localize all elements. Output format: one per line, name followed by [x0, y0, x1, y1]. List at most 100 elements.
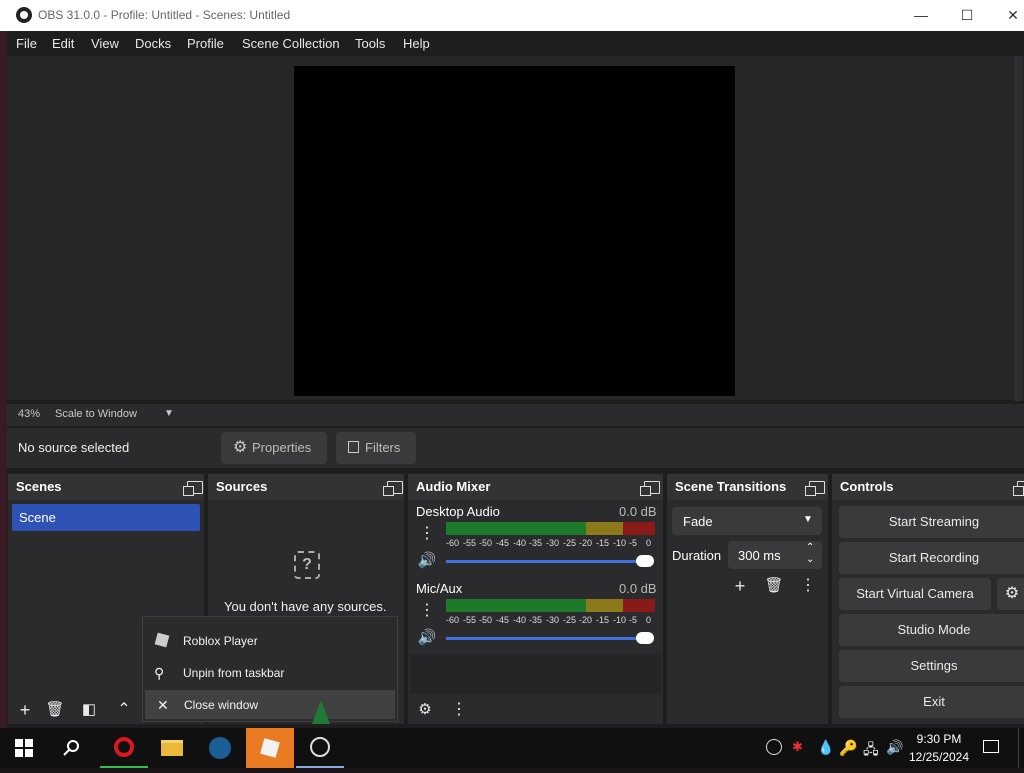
remove-transition-icon[interactable]: 🗑 — [761, 573, 787, 599]
ctx-close-window[interactable]: ✕ Close window — [145, 690, 395, 719]
remove-scene-icon[interactable]: 🗑 — [42, 697, 68, 723]
meter-red — [623, 599, 655, 612]
dock-undock-icon[interactable] — [805, 481, 825, 496]
key-tray-icon[interactable]: 🔑 — [839, 739, 858, 757]
dock-undock-icon[interactable] — [383, 481, 403, 496]
chevron-down-icon[interactable]: ▼ — [164, 408, 174, 419]
start-icon[interactable] — [0, 728, 48, 768]
meter-yellow — [586, 522, 623, 535]
start-virtual-camera-button[interactable]: Start Virtual Camera — [839, 578, 991, 610]
meter-red — [623, 522, 655, 535]
dock-undock-icon[interactable] — [183, 481, 203, 496]
sources-empty-text: You don't have any sources. — [224, 599, 387, 614]
scene-list-item[interactable]: Scene — [12, 504, 200, 531]
meter-yellow — [586, 599, 623, 612]
meter-scale-label: -35 — [529, 615, 543, 625]
add-scene-icon[interactable]: + — [12, 697, 38, 723]
clock-time[interactable]: 9:30 PM — [906, 732, 972, 746]
scene-filters-icon[interactable]: ◧ — [76, 697, 102, 723]
menu-bar: File Edit View Docks Profile Scene Colle… — [7, 31, 1024, 56]
meter-green — [446, 599, 586, 612]
unpin-icon: ⚲ — [154, 665, 165, 681]
obs-icon[interactable] — [296, 728, 344, 768]
meter-scale-label: -45 — [496, 615, 510, 625]
properties-button[interactable]: ⚙ Properties — [221, 432, 327, 464]
meter-scale-label: -10 — [613, 538, 627, 548]
ctx-unpin[interactable]: ⚲ Unpin from taskbar — [143, 658, 397, 688]
volume-icon[interactable]: 🔊 — [886, 739, 903, 756]
mic-aux-speaker-icon[interactable]: 🔊 — [414, 625, 440, 651]
mic-aux-volume-handle[interactable] — [636, 632, 654, 644]
desktop-audio-label: Desktop Audio — [416, 504, 500, 519]
desktop-audio-volume-slider[interactable] — [446, 560, 652, 563]
mic-aux-level: 0.0 dB — [619, 581, 657, 596]
menu-file[interactable]: File — [16, 36, 37, 51]
search-icon[interactable] — [48, 728, 96, 768]
start-streaming-button[interactable]: Start Streaming — [839, 506, 1024, 538]
notifications-icon[interactable] — [983, 740, 999, 753]
close-button[interactable]: ✕ — [990, 0, 1024, 31]
filter-icon — [348, 441, 359, 453]
audio-mixer-dock: Audio Mixer Desktop Audio 0.0 dB ⋮ -60 -5… — [408, 474, 663, 724]
duration-spinbox[interactable]: 300 ms ⌃ ⌄ — [728, 541, 822, 569]
desktop-audio-volume-handle[interactable] — [636, 555, 654, 567]
meter-scale-label: -45 — [496, 538, 510, 548]
transition-menu-icon[interactable]: ⋮ — [795, 573, 821, 599]
maximize-button[interactable]: ☐ — [944, 0, 990, 31]
menu-docks[interactable]: Docks — [135, 36, 171, 51]
studio-mode-button[interactable]: Studio Mode — [839, 614, 1024, 646]
properties-label: Properties — [252, 440, 312, 455]
mixer-menu-icon[interactable]: ⋮ — [446, 697, 472, 723]
show-desktop-button[interactable] — [1018, 728, 1024, 768]
settings-button[interactable]: Settings — [839, 650, 1024, 682]
scale-mode-select[interactable]: Scale to Window — [55, 408, 137, 420]
obs-tray-icon[interactable] — [766, 739, 782, 755]
meter-scale-label: -50 — [479, 615, 493, 625]
ctx-roblox-player[interactable]: Roblox Player — [143, 626, 397, 656]
menu-edit[interactable]: Edit — [52, 36, 74, 51]
menu-tools[interactable]: Tools — [355, 36, 385, 51]
menu-view[interactable]: View — [91, 36, 119, 51]
desktop-audio-menu-icon[interactable]: ⋮ — [414, 521, 440, 547]
mic-aux-menu-icon[interactable]: ⋮ — [414, 598, 440, 624]
meter-scale-label: -5 — [629, 538, 638, 548]
menu-scene-collection[interactable]: Scene Collection — [242, 36, 340, 51]
menu-help[interactable]: Help — [403, 36, 430, 51]
mixer-settings-gear-icon[interactable]: ⚙ — [412, 697, 438, 723]
virtual-camera-settings-gear-icon[interactable]: ⚙ — [997, 578, 1024, 610]
preview-scrollbar[interactable] — [1014, 56, 1022, 401]
clock-date[interactable]: 12/25/2024 — [906, 750, 972, 764]
network-icon[interactable]: 🖧 — [863, 739, 879, 763]
meter-scale-label: 0 — [646, 615, 652, 625]
taskbar-context-menu: Roblox Player ⚲ Unpin from taskbar ✕ Clo… — [142, 616, 398, 722]
dock-undock-icon[interactable] — [1013, 481, 1024, 496]
program-preview[interactable] — [294, 66, 735, 396]
minimize-button[interactable]: — — [898, 0, 944, 31]
preview-scale-bar: 43% Scale to Window ▼ — [7, 404, 1024, 426]
christmas-tray-icon[interactable]: ✱ — [792, 739, 803, 755]
meter-green — [446, 522, 586, 535]
menu-profile[interactable]: Profile — [187, 36, 224, 51]
steam-icon[interactable] — [196, 728, 244, 768]
transition-select[interactable]: Fade ▼ — [672, 507, 822, 535]
filters-button[interactable]: Filters — [336, 432, 416, 464]
move-scene-up-icon[interactable]: ⌃ — [111, 697, 137, 723]
gear-icon: ⚙ — [233, 439, 248, 456]
desktop-audio-speaker-icon[interactable]: 🔊 — [414, 548, 440, 574]
filters-label: Filters — [365, 440, 401, 455]
droplet-tray-icon[interactable]: 💧 — [817, 739, 834, 756]
chevron-up-icon[interactable]: ⌃ — [806, 542, 814, 553]
start-recording-button[interactable]: Start Recording — [839, 542, 1024, 574]
window-title: OBS 31.0.0 - Profile: Untitled - Scenes:… — [38, 8, 291, 22]
chevron-down-icon[interactable]: ⌄ — [806, 554, 814, 565]
dock-undock-icon[interactable] — [640, 481, 660, 496]
meter-scale-label: -40 — [513, 538, 527, 548]
exit-button[interactable]: Exit — [839, 686, 1024, 718]
meter-scale-label: -10 — [613, 615, 627, 625]
opera-icon[interactable] — [100, 728, 148, 768]
mic-aux-volume-slider[interactable] — [446, 637, 652, 640]
mixer-empty-area — [410, 654, 661, 694]
add-transition-icon[interactable]: + — [727, 573, 753, 599]
file-explorer-icon[interactable] — [148, 728, 196, 768]
roblox-icon[interactable] — [246, 728, 294, 768]
